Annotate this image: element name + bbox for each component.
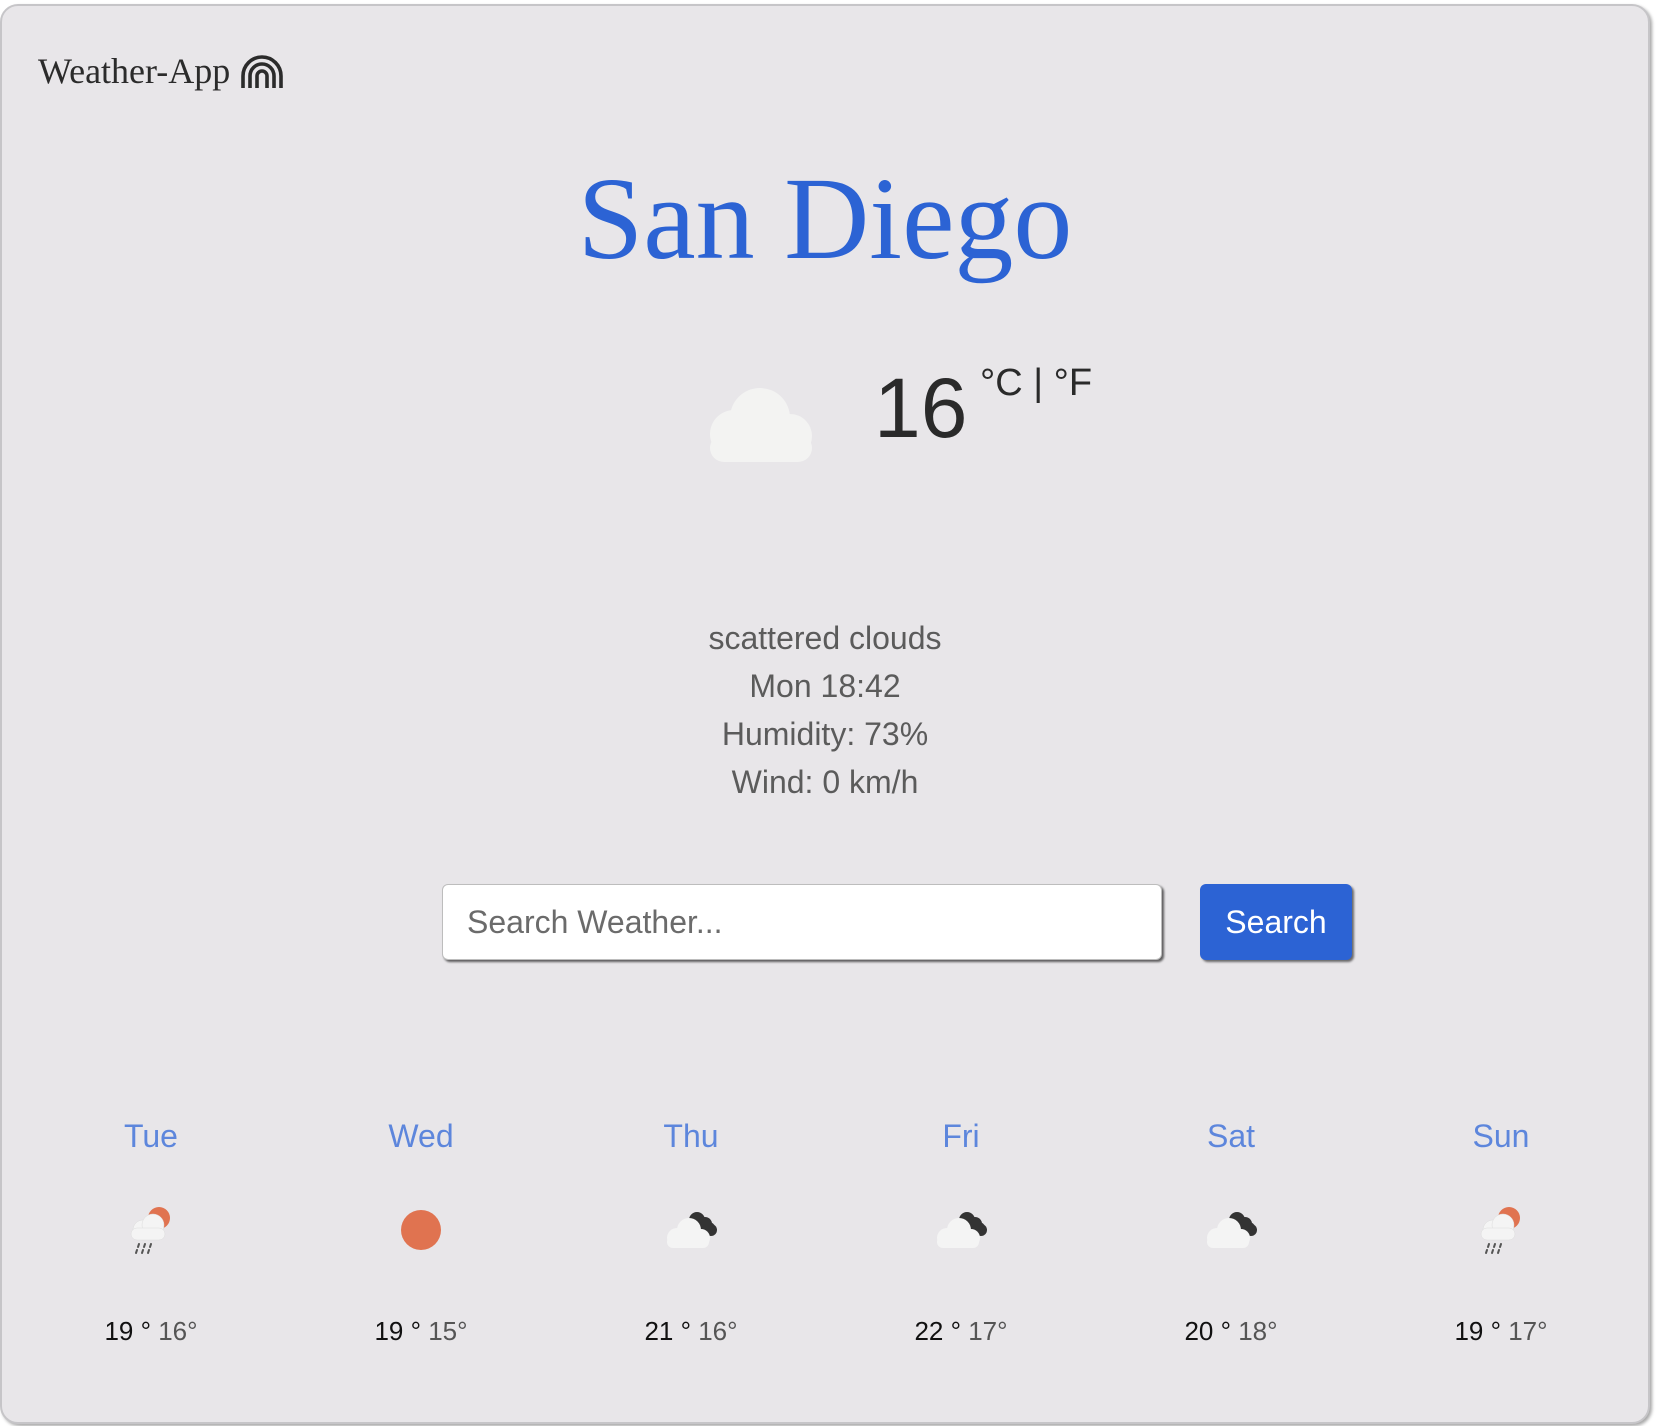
rainbow-icon xyxy=(241,55,284,88)
fahrenheit-link[interactable]: °F xyxy=(1054,362,1092,404)
forecast-temps: 19 ° 15° xyxy=(286,1316,556,1347)
broken-clouds-icon xyxy=(667,1212,717,1248)
broken-clouds-icon xyxy=(937,1212,987,1248)
forecast-temps: 21 ° 16° xyxy=(556,1316,826,1347)
weather-details: scattered clouds Mon 18:42 Humidity: 73%… xyxy=(2,614,1648,806)
forecast-max: 19 ° xyxy=(1454,1316,1501,1346)
cloud-icon xyxy=(710,388,812,462)
forecast-day: Fri 22 ° 17° xyxy=(826,1112,1096,1372)
weather-datetime: Mon 18:42 xyxy=(749,668,901,704)
search-button[interactable]: Search xyxy=(1200,884,1352,960)
brand-name: Weather-App xyxy=(38,51,231,91)
forecast-max: 20 ° xyxy=(1184,1316,1231,1346)
weather-app-window: Weather-App San Diego 16 °C | °F scatter… xyxy=(0,4,1650,1424)
sun-icon xyxy=(401,1210,441,1250)
forecast-day-name: Tue xyxy=(124,1118,178,1154)
weather-humidity: Humidity: 73% xyxy=(721,716,929,752)
forecast-day-name: Wed xyxy=(388,1118,454,1154)
forecast-day: Thu 21 ° 16° xyxy=(556,1112,826,1372)
weather-description: scattered clouds xyxy=(708,620,942,656)
forecast-temps: 22 ° 17° xyxy=(826,1316,1096,1347)
rain-sun-icon xyxy=(130,1207,170,1254)
city-name: San Diego xyxy=(577,153,1073,284)
broken-clouds-icon xyxy=(1207,1212,1257,1248)
forecast-max: 19 ° xyxy=(374,1316,421,1346)
forecast-temps: 20 ° 18° xyxy=(1096,1316,1366,1347)
forecast-day: Tue 19 ° 16° xyxy=(16,1112,286,1372)
current-weather: 16 °C | °F xyxy=(698,356,1198,486)
forecast-day: Wed 19 ° 15° xyxy=(286,1112,556,1372)
forecast-min: 18° xyxy=(1238,1316,1278,1346)
forecast-min: 17° xyxy=(1508,1316,1548,1346)
search-input[interactable] xyxy=(442,884,1162,960)
forecast-max: 22 ° xyxy=(914,1316,961,1346)
forecast-day-name: Thu xyxy=(663,1118,719,1154)
forecast-day-name: Sun xyxy=(1472,1118,1530,1154)
forecast-temps: 19 ° 16° xyxy=(16,1316,286,1347)
current-temperature: 16 xyxy=(874,361,968,455)
celsius-link[interactable]: °C xyxy=(980,362,1023,404)
forecast-max: 19 ° xyxy=(104,1316,151,1346)
forecast-day-name: Sat xyxy=(1206,1118,1256,1154)
rain-sun-icon xyxy=(1480,1207,1520,1254)
forecast-day: Sat 20 ° 18° xyxy=(1096,1112,1366,1372)
forecast: Tue 19 ° 16° Wed 19 ° 15° Thu 21 ° 16° F… xyxy=(16,1112,1636,1372)
forecast-max: 21 ° xyxy=(644,1316,691,1346)
weather-wind: Wind: 0 km/h xyxy=(731,764,919,800)
brand: Weather-App xyxy=(38,50,284,92)
forecast-day-name: Fri xyxy=(942,1118,980,1154)
forecast-day: Sun 19 ° 17° xyxy=(1366,1112,1636,1372)
forecast-min: 16° xyxy=(698,1316,738,1346)
forecast-temps: 19 ° 17° xyxy=(1366,1316,1636,1347)
search-form: Search xyxy=(442,884,1352,964)
forecast-min: 16° xyxy=(158,1316,198,1346)
unit-toggle: °C | °F xyxy=(980,362,1092,405)
unit-separator: | xyxy=(1033,362,1044,404)
forecast-min: 17° xyxy=(968,1316,1008,1346)
forecast-min: 15° xyxy=(428,1316,468,1346)
